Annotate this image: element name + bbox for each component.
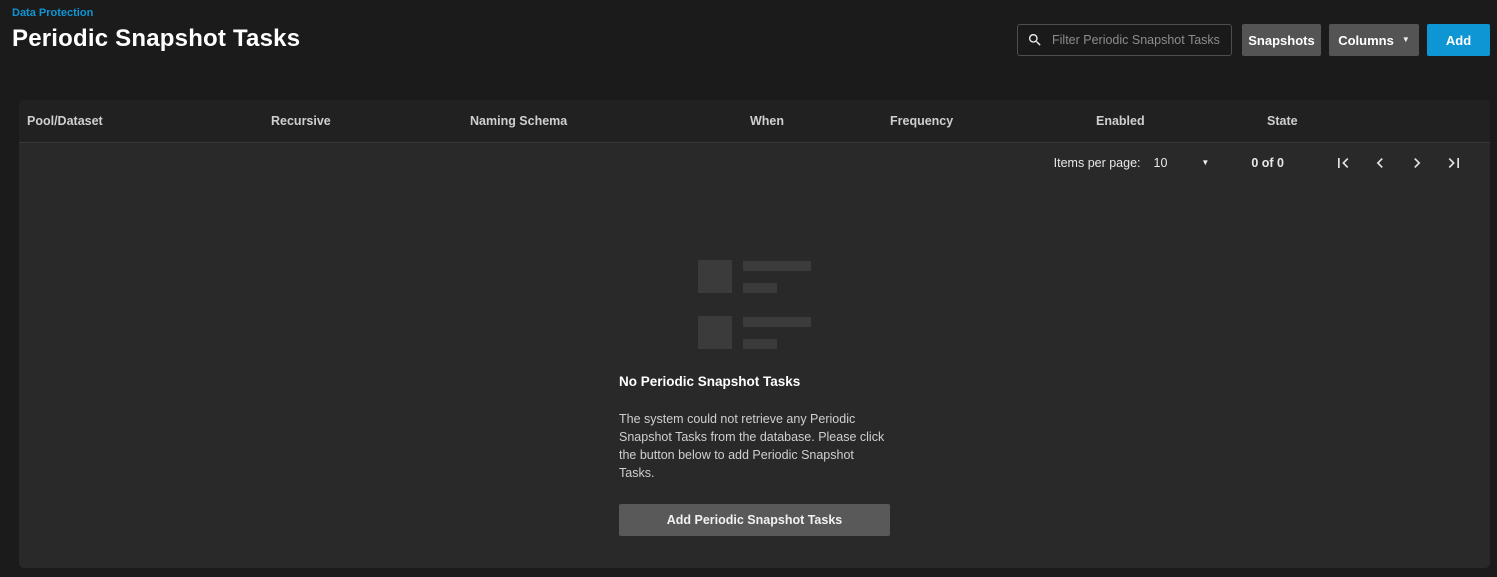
last-page-icon: [1448, 157, 1459, 168]
skeleton-line: [743, 317, 811, 327]
skeleton-row: [698, 260, 811, 293]
breadcrumb-data-protection[interactable]: Data Protection: [12, 7, 93, 19]
column-header-enabled[interactable]: Enabled: [1088, 114, 1259, 128]
page-range-label: 0 of 0: [1251, 155, 1284, 170]
items-per-page-value: 10: [1153, 155, 1168, 170]
search-icon: [1028, 33, 1041, 46]
next-page-button[interactable]: [1398, 143, 1435, 182]
last-page-button[interactable]: [1435, 143, 1472, 182]
columns-button-label: Columns: [1338, 32, 1394, 48]
previous-page-button[interactable]: [1361, 143, 1398, 182]
filter-input[interactable]: [1050, 32, 1222, 48]
column-header-when[interactable]: When: [742, 114, 882, 128]
table-body-empty-area: No Periodic Snapshot Tasks The system co…: [19, 260, 1490, 568]
table-header-row: Pool/Dataset Recursive Naming Schema Whe…: [19, 100, 1490, 143]
items-per-page-label: Items per page:: [1053, 155, 1141, 170]
page-header: Data Protection Periodic Snapshot Tasks …: [0, 0, 1497, 84]
columns-button[interactable]: Columns ▼: [1329, 24, 1419, 56]
skeleton-row: [698, 316, 811, 349]
column-header-frequency[interactable]: Frequency: [882, 114, 1088, 128]
items-per-page-select[interactable]: 10 ▼: [1154, 156, 1210, 170]
skeleton-line: [743, 283, 777, 293]
empty-state-title: No Periodic Snapshot Tasks: [619, 374, 801, 389]
empty-state: No Periodic Snapshot Tasks The system co…: [619, 260, 890, 536]
add-button[interactable]: Add: [1427, 24, 1490, 56]
column-header-state[interactable]: State: [1259, 114, 1490, 128]
page-title: Periodic Snapshot Tasks: [12, 25, 301, 52]
tasks-table-card: Pool/Dataset Recursive Naming Schema Whe…: [19, 100, 1490, 568]
column-header-pool-dataset[interactable]: Pool/Dataset: [19, 114, 263, 128]
chevron-down-icon: ▼: [1201, 157, 1210, 167]
column-header-naming-schema[interactable]: Naming Schema: [462, 114, 742, 128]
snapshots-button[interactable]: Snapshots: [1242, 24, 1321, 56]
skeleton-square-block: [698, 260, 732, 293]
filter-input-wrapper: [1017, 24, 1232, 56]
add-periodic-snapshot-tasks-button[interactable]: Add Periodic Snapshot Tasks: [619, 504, 890, 536]
chevron-left-icon: [1376, 157, 1383, 168]
chevron-down-icon: ▼: [1401, 35, 1410, 44]
first-page-button[interactable]: [1324, 143, 1361, 182]
skeleton-line: [743, 261, 811, 271]
column-header-recursive[interactable]: Recursive: [263, 114, 462, 128]
periodic-snapshot-tasks-page: Data Protection Periodic Snapshot Tasks …: [0, 0, 1497, 568]
skeleton-line: [743, 339, 777, 349]
empty-table-skeleton-graphic: [698, 260, 811, 349]
empty-state-message: The system could not retrieve any Period…: [619, 412, 885, 480]
skeleton-square-block: [698, 316, 732, 349]
paginator: Items per page: 10 ▼ 0 of 0: [19, 143, 1490, 182]
toolbar: Snapshots Columns ▼ Add: [1017, 24, 1490, 56]
first-page-icon: [1337, 157, 1348, 168]
chevron-right-icon: [1413, 157, 1420, 168]
